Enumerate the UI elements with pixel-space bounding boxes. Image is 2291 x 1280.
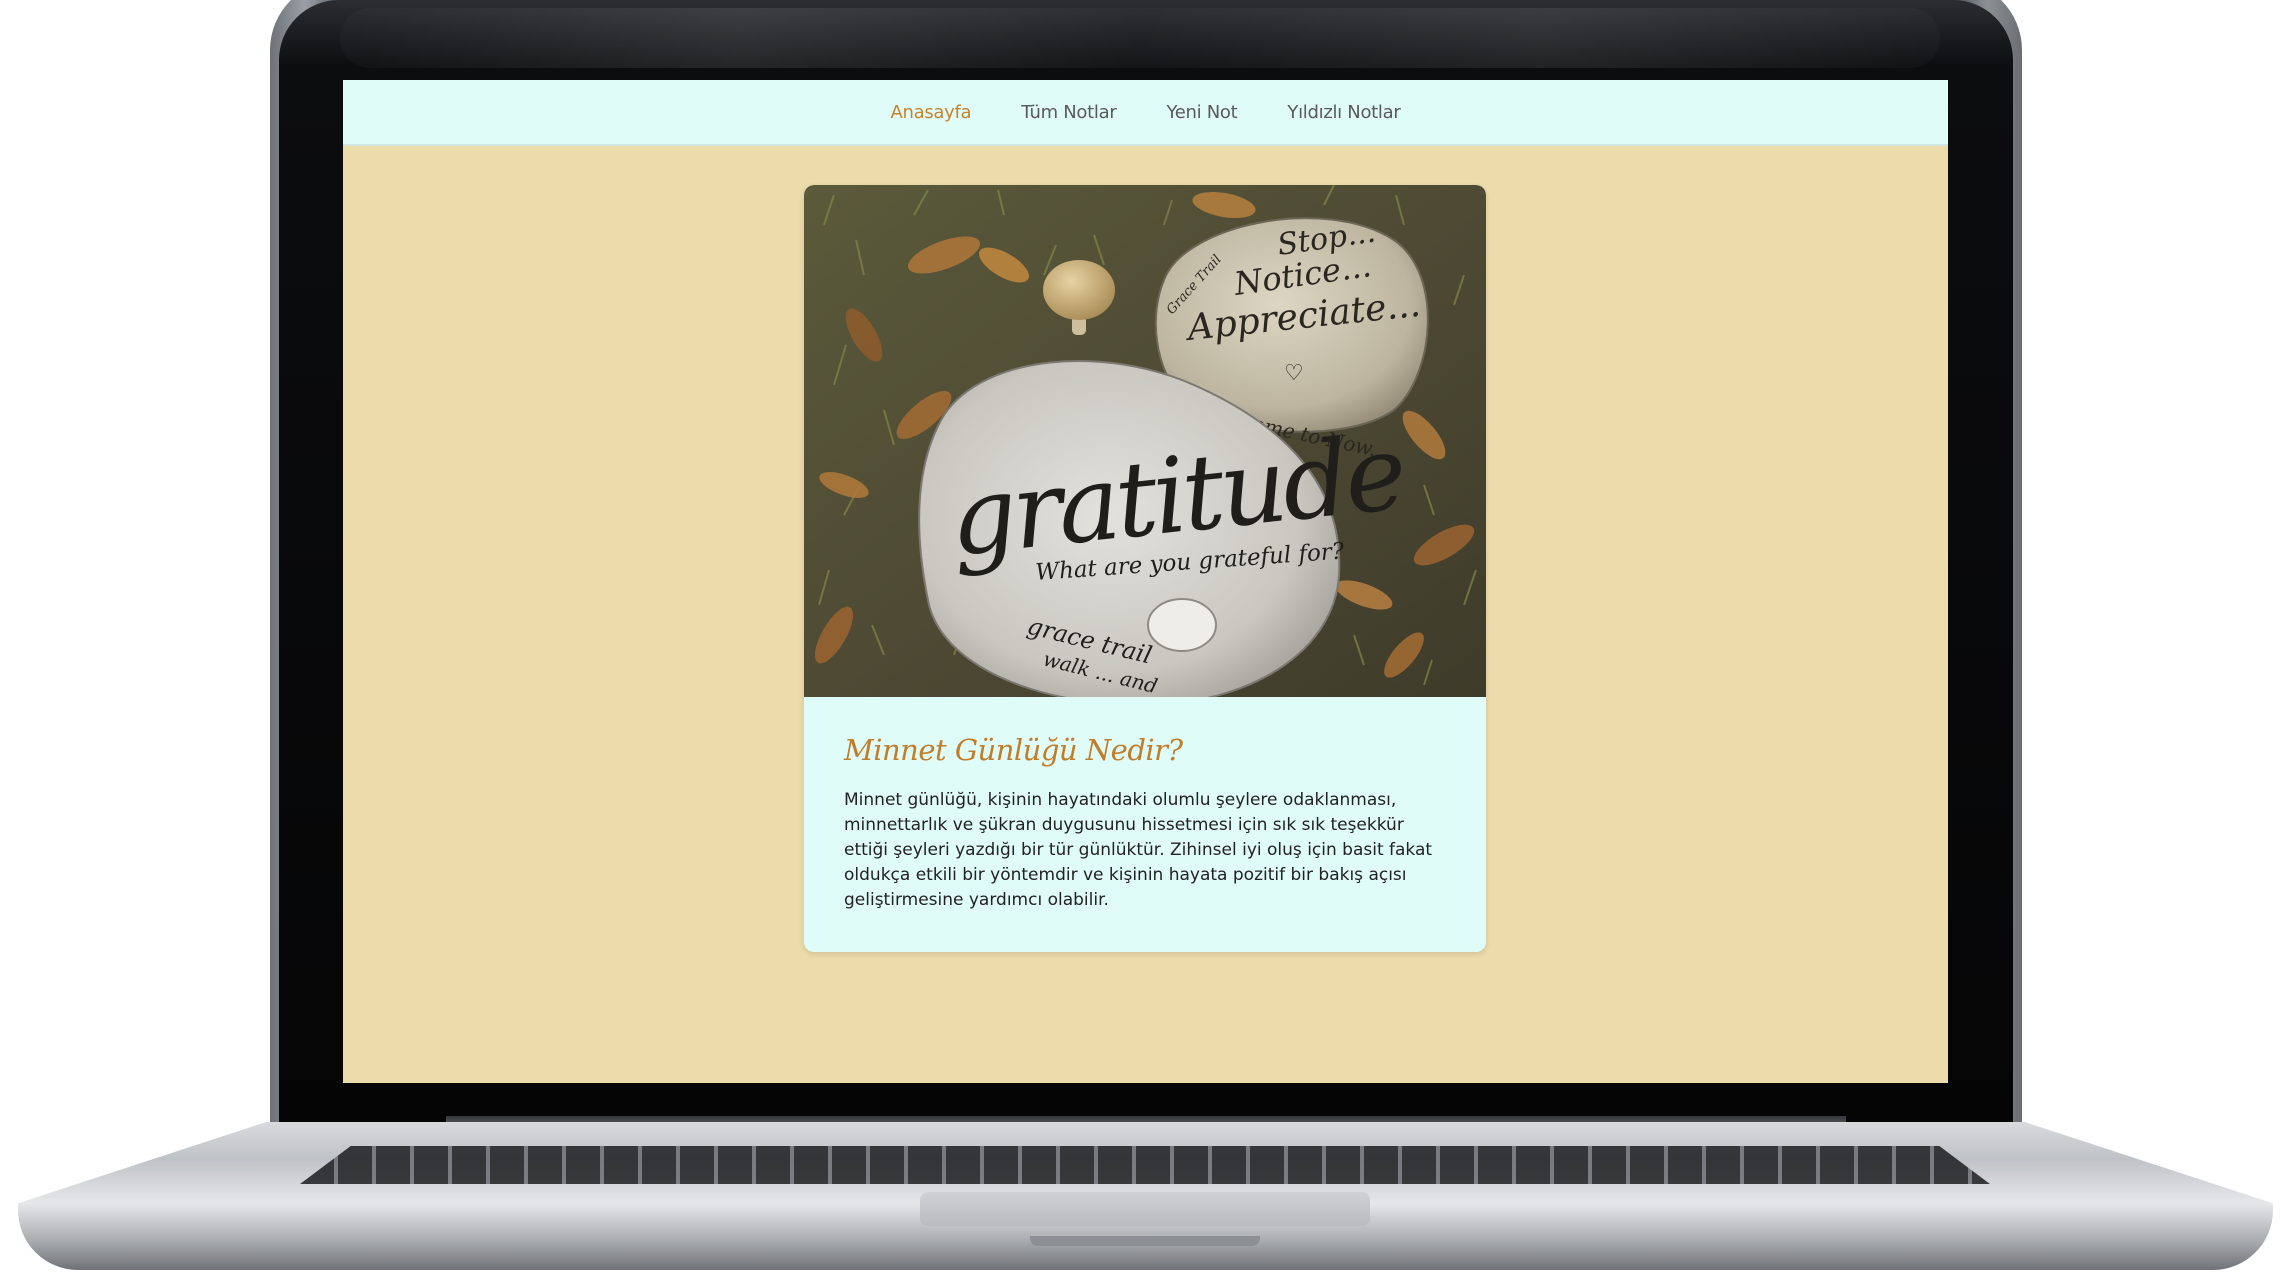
nav-link-anasayfa[interactable]: Anasayfa (891, 102, 972, 123)
small-stone-heart: ♡ (1284, 361, 1304, 386)
laptop-lip-notch (1030, 1236, 1260, 1246)
gratitude-stones-image: Stop... Notice... Appreciate... ♡ Welcom… (804, 185, 1486, 697)
bezel-reflection (340, 8, 1940, 68)
stone-badge (1147, 598, 1217, 652)
nav-link-tum-notlar[interactable]: Tüm Notlar (1021, 102, 1116, 123)
trackpad (920, 1192, 1370, 1226)
nav-link-yeni-not[interactable]: Yeni Not (1166, 102, 1237, 123)
navbar: Anasayfa Tüm Notlar Yeni Not Yıldızlı No… (343, 80, 1948, 146)
browser-viewport: Anasayfa Tüm Notlar Yeni Not Yıldızlı No… (343, 80, 1948, 1083)
info-card: Stop... Notice... Appreciate... ♡ Welcom… (804, 185, 1486, 952)
keyboard-row (300, 1146, 1990, 1184)
nav-link-yildizli-notlar[interactable]: Yıldızlı Notlar (1287, 102, 1400, 123)
card-title: Minnet Günlüğü Nedir? (844, 733, 1183, 767)
card-body-text: Minnet günlüğü, kişinin hayatındaki olum… (844, 790, 1433, 910)
